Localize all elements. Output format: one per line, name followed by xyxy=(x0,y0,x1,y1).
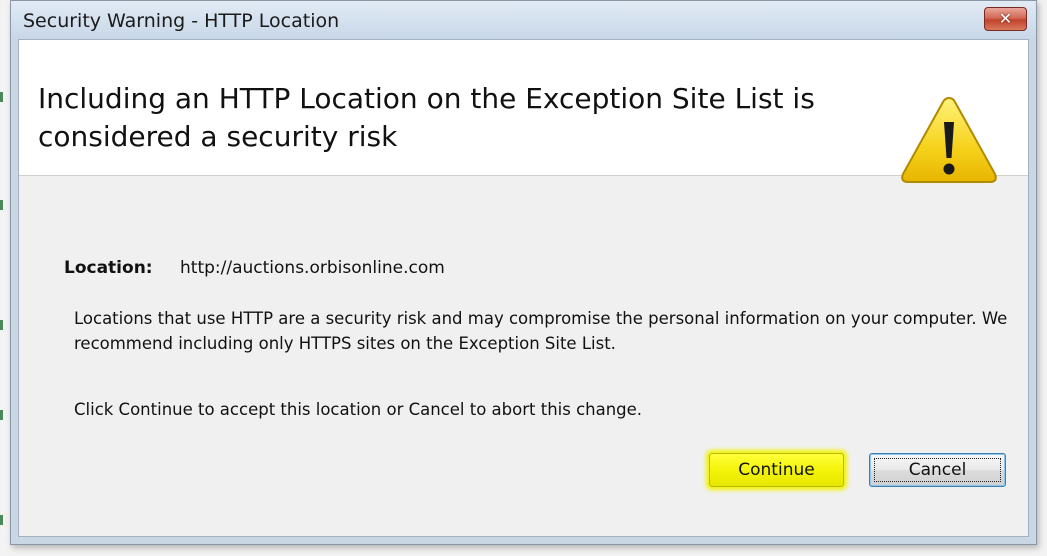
location-row: Location: http://auctions.orbisonline.co… xyxy=(64,258,445,278)
risk-message: Locations that use HTTP are a security r… xyxy=(74,309,1008,353)
security-warning-dialog: Security Warning - HTTP Location ✕ Inclu… xyxy=(10,0,1037,545)
background-marker xyxy=(0,200,3,210)
title-bar[interactable]: Security Warning - HTTP Location ✕ xyxy=(11,1,1036,39)
continue-button[interactable]: Continue xyxy=(709,453,844,487)
close-button[interactable]: ✕ xyxy=(984,7,1027,31)
location-value: http://auctions.orbisonline.com xyxy=(180,258,445,278)
window-title: Security Warning - HTTP Location xyxy=(23,10,340,32)
dialog-heading: Including an HTTP Location on the Except… xyxy=(38,82,815,153)
cancel-button[interactable]: Cancel xyxy=(869,453,1006,487)
focus-ring xyxy=(874,458,1001,482)
close-icon: ✕ xyxy=(998,9,1013,28)
instruction-message: Click Continue to accept this location o… xyxy=(74,400,643,419)
dialog-body: Including an HTTP Location on the Except… xyxy=(18,39,1029,537)
warning-triangle-icon xyxy=(901,96,997,183)
location-label: Location: xyxy=(64,258,153,278)
background-marker xyxy=(0,515,3,525)
background-marker xyxy=(0,92,3,102)
background-marker xyxy=(0,410,3,420)
background-marker xyxy=(0,320,3,330)
dialog-header: Including an HTTP Location on the Except… xyxy=(19,40,1028,183)
